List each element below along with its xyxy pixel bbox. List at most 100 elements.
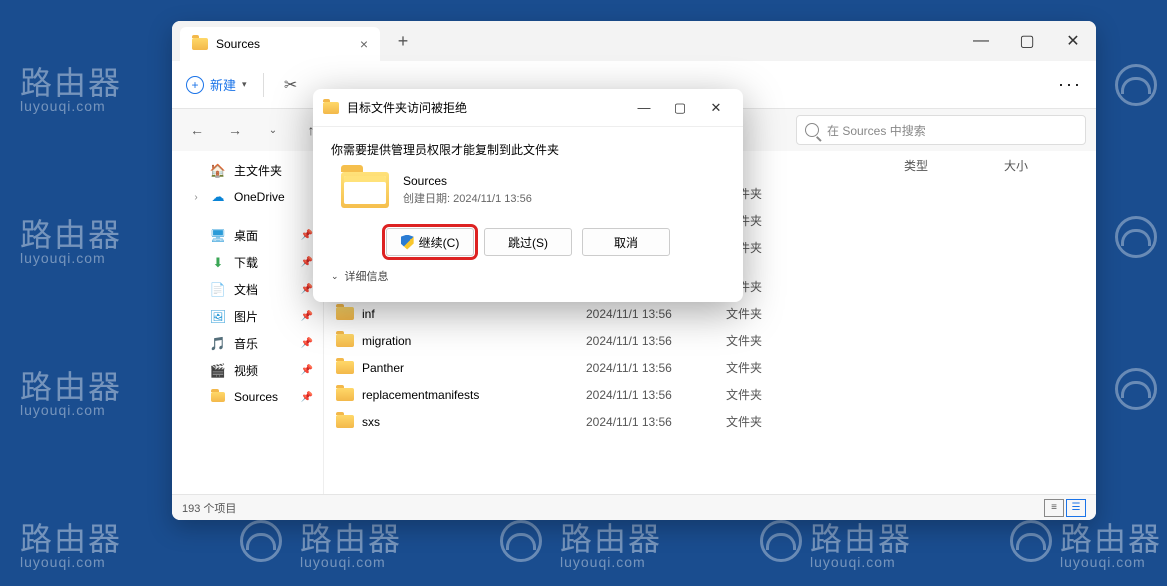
watermark-url: luyouqi.com bbox=[300, 554, 386, 570]
watermark-icon bbox=[1115, 368, 1157, 410]
sidebar-item-videos[interactable]: 🎬 视频 📌 bbox=[172, 357, 323, 384]
nav-forward-button[interactable]: → bbox=[220, 115, 250, 145]
dialog-close-button[interactable]: ✕ bbox=[699, 94, 733, 122]
titlebar[interactable]: Sources × + — ▢ ✕ bbox=[172, 21, 1096, 61]
home-icon: 🏠 bbox=[210, 163, 226, 179]
sidebar-item-downloads[interactable]: ⬇ 下载 📌 bbox=[172, 249, 323, 276]
folder-icon bbox=[210, 389, 226, 405]
new-tab-button[interactable]: + bbox=[388, 31, 418, 52]
watermark-url: luyouqi.com bbox=[560, 554, 646, 570]
cloud-icon: ☁ bbox=[210, 189, 226, 205]
document-icon: 📄 bbox=[210, 282, 226, 298]
folder-icon bbox=[192, 38, 208, 50]
view-details-button[interactable]: ☰ bbox=[1066, 499, 1086, 517]
watermark-url: luyouqi.com bbox=[20, 250, 106, 266]
continue-button[interactable]: 继续(C) bbox=[386, 228, 474, 256]
pin-icon: 📌 bbox=[301, 257, 313, 268]
separator bbox=[263, 73, 264, 97]
window-minimize-button[interactable]: — bbox=[958, 21, 1004, 61]
dialog-folder-info: Sources 创建日期: 2024/11/1 13:56 bbox=[341, 172, 725, 208]
dialog-message: 你需要提供管理员权限才能复制到此文件夹 bbox=[331, 141, 725, 158]
file-row[interactable]: inf 2024/11/1 13:56 文件夹 bbox=[324, 300, 1096, 327]
sidebar-item-home[interactable]: 🏠 主文件夹 bbox=[172, 157, 323, 184]
column-size[interactable]: 大小 bbox=[1004, 157, 1084, 174]
pin-icon: 📌 bbox=[301, 284, 313, 295]
dialog-minimize-button[interactable]: — bbox=[627, 94, 661, 122]
sidebar-label: 视频 bbox=[234, 362, 258, 379]
window-maximize-button[interactable]: ▢ bbox=[1004, 21, 1050, 61]
sidebar-item-desktop[interactable]: 🖥 桌面 📌 bbox=[172, 222, 323, 249]
cancel-button[interactable]: 取消 bbox=[582, 228, 670, 256]
watermark-text: 路由器 bbox=[20, 58, 122, 104]
search-input[interactable]: 在 Sources 中搜索 bbox=[796, 115, 1086, 145]
search-placeholder: 在 Sources 中搜索 bbox=[827, 122, 926, 139]
folder-icon bbox=[336, 334, 354, 347]
folder-icon bbox=[323, 102, 339, 114]
dialog-title: 目标文件夹访问被拒绝 bbox=[347, 99, 467, 116]
watermark-text: 路由器 bbox=[20, 362, 122, 408]
file-row[interactable]: migration 2024/11/1 13:56 文件夹 bbox=[324, 327, 1096, 354]
tab-close-icon[interactable]: × bbox=[360, 36, 368, 52]
watermark-url: luyouqi.com bbox=[1060, 554, 1146, 570]
watermark-text: 路由器 bbox=[20, 210, 122, 256]
sidebar-item-sources[interactable]: Sources 📌 bbox=[172, 384, 323, 410]
watermark-icon bbox=[1115, 64, 1157, 106]
shield-icon bbox=[401, 235, 414, 250]
chevron-down-icon: ⌄ bbox=[331, 271, 339, 282]
sidebar-label: 主文件夹 bbox=[234, 162, 282, 179]
sidebar-label: 图片 bbox=[234, 308, 258, 325]
sidebar-label: Sources bbox=[234, 390, 278, 404]
watermark-text: 路由器 bbox=[560, 514, 662, 560]
folder-icon bbox=[336, 307, 354, 320]
dialog-folder-name: Sources bbox=[403, 174, 532, 188]
picture-icon: 🖼 bbox=[210, 309, 226, 325]
new-button[interactable]: + 新建 ▾ bbox=[186, 75, 247, 94]
column-type[interactable]: 类型 bbox=[904, 157, 1004, 174]
skip-button[interactable]: 跳过(S) bbox=[484, 228, 572, 256]
sidebar-label: 音乐 bbox=[234, 335, 258, 352]
file-row[interactable]: sxs 2024/11/1 13:56 文件夹 bbox=[324, 408, 1096, 435]
watermark-text: 路由器 bbox=[300, 514, 402, 560]
tab-sources[interactable]: Sources × bbox=[180, 27, 380, 61]
item-count: 193 个项目 bbox=[182, 500, 236, 516]
watermark-url: luyouqi.com bbox=[20, 98, 106, 114]
tab-title: Sources bbox=[216, 37, 260, 51]
sidebar: 🏠 主文件夹 › ☁ OneDrive 🖥 桌面 📌 ⬇ 下载 📌 bbox=[172, 151, 324, 494]
watermark-text: 路由器 bbox=[810, 514, 912, 560]
window-close-button[interactable]: ✕ bbox=[1050, 21, 1096, 61]
music-icon: 🎵 bbox=[210, 336, 226, 352]
new-label: 新建 bbox=[210, 75, 236, 94]
watermark-icon bbox=[240, 520, 282, 562]
sidebar-label: 桌面 bbox=[234, 227, 258, 244]
folder-icon bbox=[336, 415, 354, 428]
sidebar-item-onedrive[interactable]: › ☁ OneDrive bbox=[172, 184, 323, 210]
chevron-right-icon: › bbox=[190, 192, 202, 203]
watermark-icon bbox=[1010, 520, 1052, 562]
nav-back-button[interactable]: ← bbox=[182, 115, 212, 145]
access-denied-dialog: 目标文件夹访问被拒绝 — ▢ ✕ 你需要提供管理员权限才能复制到此文件夹 Sou… bbox=[313, 89, 743, 302]
dialog-maximize-button[interactable]: ▢ bbox=[663, 94, 697, 122]
watermark-text: 路由器 bbox=[1060, 514, 1162, 560]
pin-icon: 📌 bbox=[301, 311, 313, 322]
view-list-button[interactable]: ≡ bbox=[1044, 499, 1064, 517]
pin-icon: 📌 bbox=[301, 392, 313, 403]
watermark-url: luyouqi.com bbox=[20, 554, 106, 570]
sidebar-item-music[interactable]: 🎵 音乐 📌 bbox=[172, 330, 323, 357]
dialog-folder-meta: 创建日期: 2024/11/1 13:56 bbox=[403, 190, 532, 206]
folder-icon bbox=[336, 388, 354, 401]
nav-history-button[interactable]: ⌄ bbox=[258, 115, 288, 145]
file-row[interactable]: Panther 2024/11/1 13:56 文件夹 bbox=[324, 354, 1096, 381]
details-toggle[interactable]: ⌄ 详细信息 bbox=[331, 268, 725, 284]
pin-icon: 📌 bbox=[301, 338, 313, 349]
watermark-url: luyouqi.com bbox=[810, 554, 896, 570]
sidebar-label: OneDrive bbox=[234, 190, 285, 204]
sidebar-item-pictures[interactable]: 🖼 图片 📌 bbox=[172, 303, 323, 330]
statusbar: 193 个项目 ≡ ☰ bbox=[172, 494, 1096, 520]
more-icon[interactable]: ··· bbox=[1058, 74, 1082, 95]
cut-icon[interactable]: ✂ bbox=[280, 74, 302, 96]
watermark-icon bbox=[1115, 216, 1157, 258]
desktop-icon: 🖥 bbox=[210, 228, 226, 244]
file-row[interactable]: replacementmanifests 2024/11/1 13:56 文件夹 bbox=[324, 381, 1096, 408]
sidebar-item-documents[interactable]: 📄 文档 📌 bbox=[172, 276, 323, 303]
dialog-titlebar[interactable]: 目标文件夹访问被拒绝 — ▢ ✕ bbox=[313, 89, 743, 127]
